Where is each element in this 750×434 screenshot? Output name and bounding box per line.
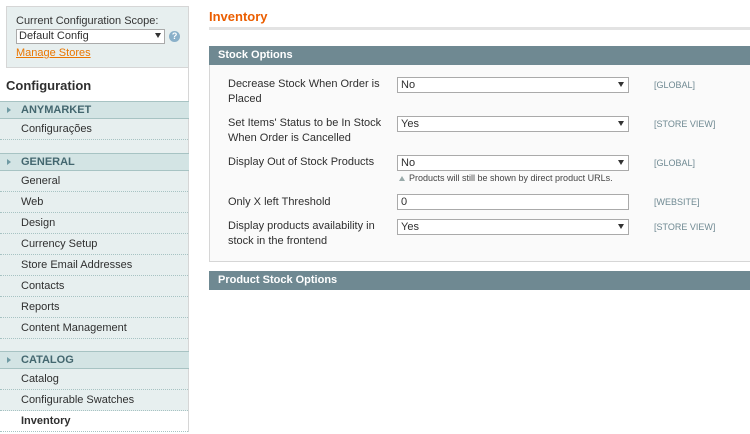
sidebar-item-currency-setup[interactable]: Currency Setup <box>0 234 188 255</box>
display-availability-select[interactable]: Yes <box>397 219 629 235</box>
scope-tag: [STORE VIEW] <box>654 119 716 129</box>
nav-group-general: GENERAL General Web Design Currency Setu… <box>0 153 189 352</box>
scope-select[interactable]: Default Config <box>16 29 166 44</box>
section-stock-options-header[interactable]: Stock Options <box>209 46 750 65</box>
page-title: Inventory <box>209 9 268 24</box>
sidebar-item-web[interactable]: Web <box>0 192 188 213</box>
threshold-input[interactable]: 0 <box>397 194 629 210</box>
title-divider <box>209 27 750 30</box>
scope-select-value: Default Config <box>19 30 89 42</box>
field-label: Display Out of Stock Products <box>228 156 375 168</box>
chevron-down-icon <box>618 160 624 165</box>
nav-group-catalog: CATALOG Catalog Configurable Swatches In… <box>0 351 189 432</box>
field-label: Set Items' Status to be In Stock When Or… <box>228 117 382 144</box>
caret-right-icon <box>7 107 11 113</box>
nav-group-heading[interactable]: GENERAL <box>0 153 189 171</box>
in-stock-on-cancel-select[interactable]: Yes <box>397 116 629 132</box>
manage-stores-link[interactable]: Manage Stores <box>16 46 180 60</box>
scope-tag: [STORE VIEW] <box>654 222 716 232</box>
sidebar-item-configuracoes[interactable]: Configurações <box>0 119 188 140</box>
field-label: Decrease Stock When Order is Placed <box>228 78 380 105</box>
sidebar-item-reports[interactable]: Reports <box>0 297 188 318</box>
caret-right-icon <box>7 357 11 363</box>
field-label: Display products availability in stock i… <box>228 220 375 247</box>
caret-up-icon <box>399 175 405 181</box>
caret-right-icon <box>7 159 11 165</box>
section-product-stock-options-header[interactable]: Product Stock Options <box>209 271 750 290</box>
nav-group-heading[interactable]: ANYMARKET <box>0 101 189 119</box>
scope-tag: [WEBSITE] <box>654 197 700 207</box>
chevron-down-icon <box>618 224 624 229</box>
decrease-stock-select[interactable]: No <box>397 77 629 93</box>
scope-tag: [GLOBAL] <box>654 158 696 168</box>
sidebar-item-design[interactable]: Design <box>0 213 188 234</box>
sidebar-item-contacts[interactable]: Contacts <box>0 276 188 297</box>
nav-group-anymarket: ANYMARKET Configurações <box>0 101 189 153</box>
help-icon[interactable]: ? <box>169 31 180 42</box>
field-label: Only X left Threshold <box>228 196 331 208</box>
sidebar-item-catalog[interactable]: Catalog <box>0 369 188 390</box>
chevron-down-icon <box>618 121 624 126</box>
chevron-down-icon <box>618 82 624 87</box>
sidebar-item-content-management[interactable]: Content Management <box>0 318 188 339</box>
configuration-title: Configuration <box>0 68 189 101</box>
chevron-down-icon <box>155 33 162 38</box>
section-stock-options-body: Decrease Stock When Order is Placed No [… <box>209 65 750 262</box>
sidebar-item-store-email-addresses[interactable]: Store Email Addresses <box>0 255 188 276</box>
scope-label: Current Configuration Scope: <box>16 15 159 27</box>
display-out-of-stock-select[interactable]: No <box>397 155 629 171</box>
field-note: Products will still be shown by direct p… <box>397 172 613 184</box>
main-content: Inventory Stock Options Decrease Stock W… <box>209 0 750 434</box>
nav-group-heading[interactable]: CATALOG <box>0 351 189 369</box>
sidebar: Current Configuration Scope: Default Con… <box>0 0 189 434</box>
sidebar-item-configurable-swatches[interactable]: Configurable Swatches <box>0 390 188 411</box>
sidebar-item-inventory[interactable]: Inventory <box>0 411 188 432</box>
sidebar-item-general[interactable]: General <box>0 171 188 192</box>
scope-switcher: Current Configuration Scope: Default Con… <box>6 6 189 68</box>
scope-tag: [GLOBAL] <box>654 80 696 90</box>
